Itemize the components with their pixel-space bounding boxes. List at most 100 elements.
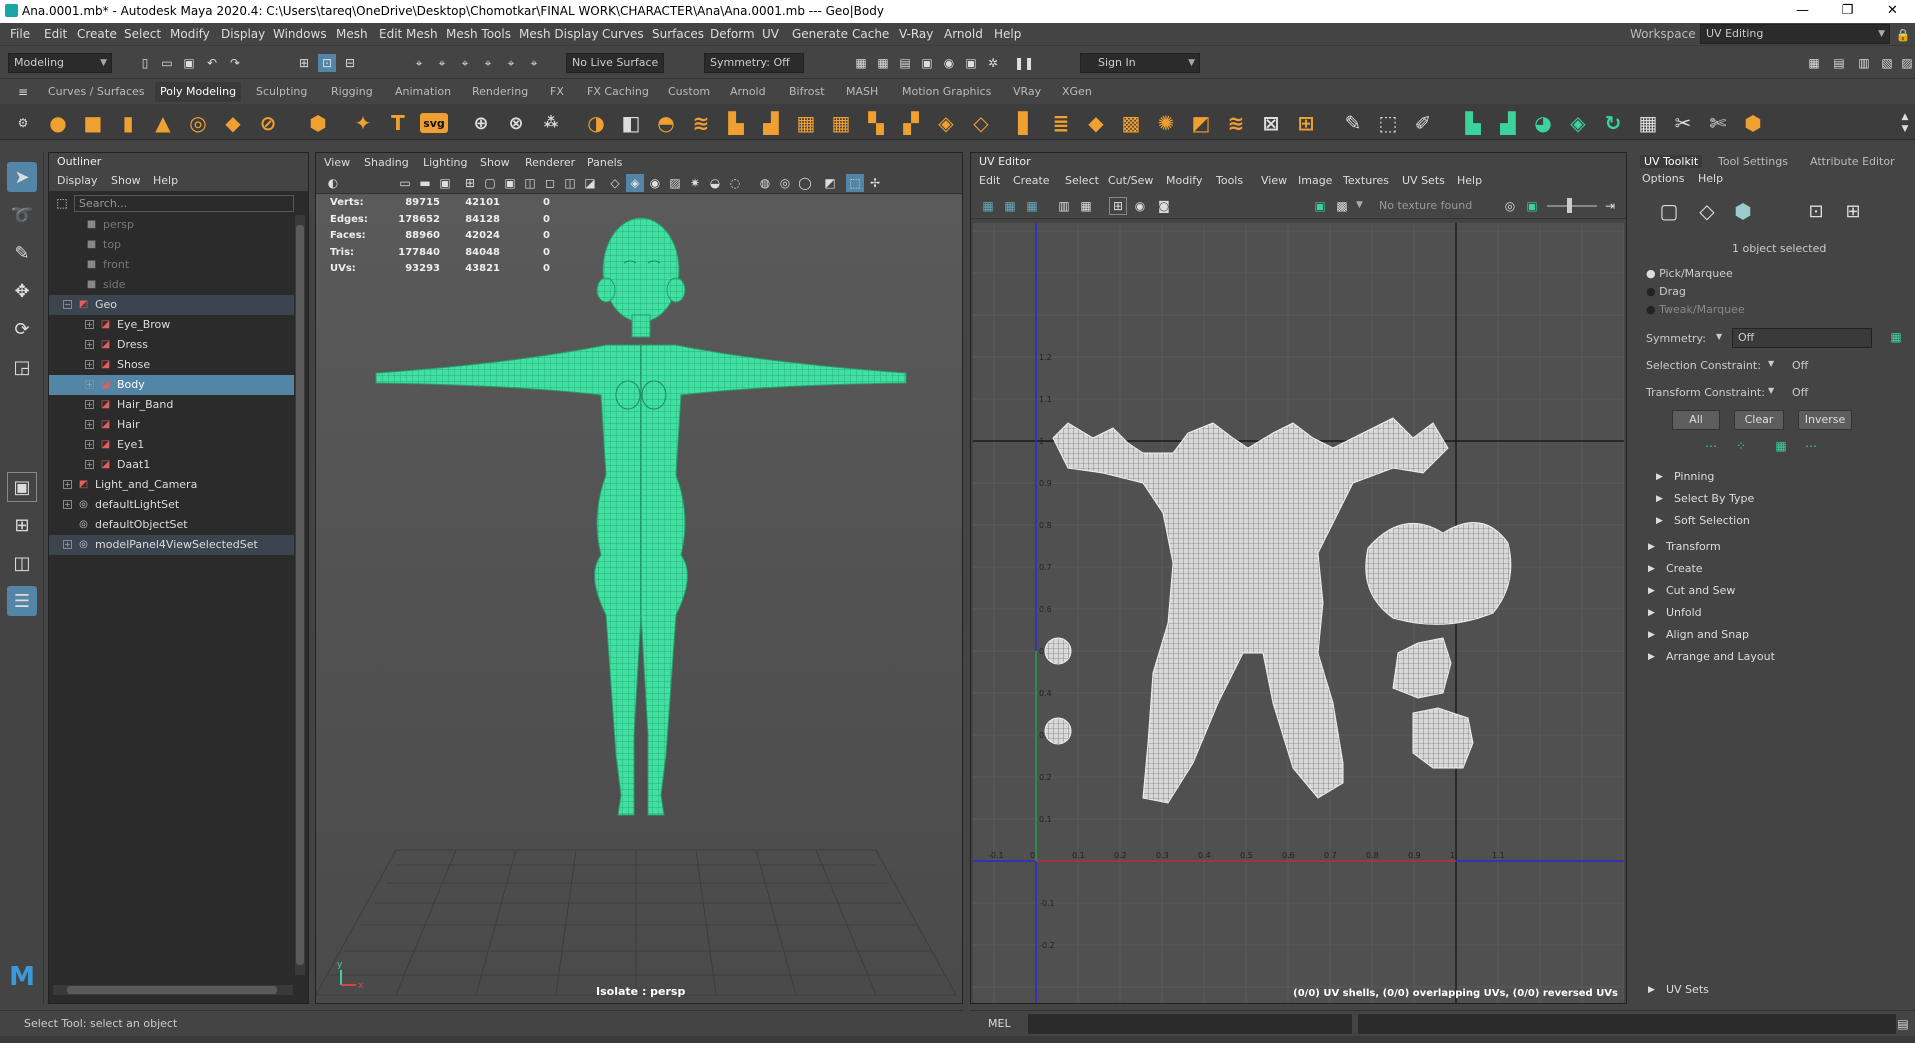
expand-icon[interactable]: + — [85, 320, 94, 329]
lights-icon[interactable]: ✷ — [686, 174, 704, 192]
outliner-menu-display[interactable]: Display — [57, 174, 98, 187]
uv-cut-icon[interactable]: ✂ — [1670, 110, 1696, 136]
mel-label[interactable]: MEL — [988, 1017, 1011, 1030]
outliner-search-input[interactable]: Search... — [74, 195, 294, 212]
tab-fx-caching[interactable]: FX Caching — [587, 85, 649, 98]
expand-icon[interactable]: + — [85, 400, 94, 409]
fill-hole-icon[interactable]: ≋ — [688, 110, 714, 136]
expand-icon[interactable]: + — [63, 540, 72, 549]
menu-cache[interactable]: Cache — [852, 27, 889, 41]
menu-help[interactable]: Help — [994, 27, 1021, 41]
uv-menu-create[interactable]: Create — [1013, 174, 1050, 187]
chevron-down-icon[interactable]: ▼ — [1768, 359, 1774, 368]
outliner-row[interactable]: ■ side — [49, 275, 294, 295]
chevron-down-icon[interactable]: ▼ — [1768, 386, 1774, 395]
expand-icon[interactable]: + — [85, 340, 94, 349]
side-by-side-icon[interactable]: ◫ — [7, 548, 37, 578]
move-tool-icon[interactable]: ✥ — [7, 276, 37, 306]
save-scene-icon[interactable]: ▣ — [180, 54, 198, 72]
expand-icon[interactable]: + — [85, 360, 94, 369]
poly-disc-icon[interactable]: ⊘ — [255, 110, 281, 136]
reduce-icon[interactable]: ✺ — [1153, 110, 1179, 136]
outliner-row[interactable]: ■ persp — [49, 215, 294, 235]
circularize-icon[interactable]: ≣ — [1048, 110, 1074, 136]
uv-menu-image[interactable]: Image — [1298, 174, 1332, 187]
lasso-tool-icon[interactable]: ➰ — [7, 200, 37, 230]
resolution-gate-icon[interactable]: ▣ — [501, 174, 519, 192]
vp-menu-renderer[interactable]: Renderer — [525, 156, 575, 169]
lock-icon[interactable]: 🔒 — [1894, 26, 1912, 44]
outliner-row[interactable]: + ◪ Hair — [49, 415, 294, 435]
outliner-hscroll-thumb[interactable] — [67, 986, 277, 994]
uv-menu-tools[interactable]: Tools — [1216, 174, 1243, 187]
tab-custom[interactable]: Custom — [668, 85, 710, 98]
mode-dropdown[interactable]: Modeling ▼ — [8, 53, 112, 73]
expand-icon[interactable]: + — [63, 500, 72, 509]
bevel-icon[interactable]: ◓ — [653, 110, 679, 136]
tool-settings-icon[interactable]: ▥ — [1855, 54, 1873, 72]
tab-bifrost[interactable]: Bifrost — [789, 85, 825, 98]
wireframe-on-shaded-icon[interactable]: ◉ — [646, 174, 664, 192]
paint-select-tool-icon[interactable]: ✎ — [7, 238, 37, 268]
separate-icon[interactable]: ⊗ — [503, 110, 529, 136]
connect-icon[interactable]: ◇ — [968, 110, 994, 136]
outliner-row[interactable]: + ◪ Hair_Band — [49, 395, 294, 415]
wedge-icon[interactable]: ▩ — [1118, 110, 1144, 136]
poly-torus-icon[interactable]: ◎ — [185, 110, 211, 136]
uv-dim-slider-handle[interactable] — [1567, 198, 1572, 213]
xray-icon[interactable]: ◍ — [756, 174, 774, 192]
uv-cylindrical-icon[interactable]: ▟ — [1495, 110, 1521, 136]
combine-icon[interactable]: ⊕ — [468, 110, 494, 136]
light-editor-icon[interactable]: ✲ — [984, 54, 1002, 72]
uv-menu-uv-sets[interactable]: UV Sets — [1402, 174, 1445, 187]
multi-cut-icon[interactable]: ▟ — [758, 110, 784, 136]
symmetry-dropdown-uv[interactable]: Off — [1732, 328, 1872, 348]
outliner-row[interactable]: + ◩ Light_and_Camera — [49, 475, 294, 495]
chevron-down-icon[interactable]: ▼ — [1356, 200, 1363, 210]
uv-layout-icon[interactable]: ⬢ — [1740, 110, 1766, 136]
collapse-icon[interactable]: − — [63, 300, 72, 309]
uv-select-vertex-icon[interactable]: ▦ — [979, 197, 997, 215]
menu-arnold[interactable]: Arnold — [944, 27, 983, 41]
append-polygon-icon[interactable]: ▙ — [723, 110, 749, 136]
vp-menu-view[interactable]: View — [324, 156, 350, 169]
smooth-icon[interactable]: ⁂ — [538, 110, 564, 136]
offset-edge-loop-icon[interactable]: ▦ — [828, 110, 854, 136]
live-surface-dropdown[interactable]: No Live Surface — [566, 53, 664, 73]
menu-mesh-display[interactable]: Mesh Display — [519, 27, 599, 41]
expand-icon[interactable]: + — [85, 380, 94, 389]
outliner-menu-show[interactable]: Show — [111, 174, 141, 187]
ipr-render-icon[interactable]: ▤ — [896, 54, 914, 72]
toolkit-menu-options[interactable]: Options — [1642, 172, 1684, 185]
outliner-layout-icon[interactable]: ☰ — [7, 586, 37, 616]
collapse-icon[interactable]: ◈ — [933, 110, 959, 136]
wireframe-icon[interactable]: ◇ — [606, 174, 624, 192]
toolkit-menu-help[interactable]: Help — [1698, 172, 1723, 185]
menu-uv[interactable]: UV — [762, 27, 779, 41]
field-chart-icon[interactable]: ◻ — [541, 174, 559, 192]
four-view-icon[interactable]: ⊞ — [7, 510, 37, 540]
uv-frame-icon[interactable]: ⊡ — [1807, 201, 1825, 222]
outliner-scrollbar[interactable] — [295, 215, 305, 975]
outliner-scroll-thumb[interactable] — [296, 225, 304, 965]
vp-menu-lighting[interactable]: Lighting — [423, 156, 467, 169]
chevron-down-icon[interactable]: ▼ — [1716, 332, 1722, 341]
uv-exposure-icon[interactable]: ◎ — [1501, 197, 1519, 215]
single-view-icon[interactable]: ▣ — [7, 472, 37, 502]
section-soft-selection[interactable]: ▶ Soft Selection — [1654, 511, 1915, 531]
viewport-canvas[interactable]: y x — [315, 195, 962, 1003]
snap-point-icon[interactable]: ⌖ — [456, 54, 474, 72]
shadows-icon[interactable]: ◒ — [706, 174, 724, 192]
uv-unfold-icon[interactable]: ↻ — [1600, 110, 1626, 136]
target-weld-icon[interactable]: ▚ — [863, 110, 889, 136]
poly-cone-icon[interactable]: ▲ — [150, 110, 176, 136]
isolate-select-icon[interactable]: ◩ — [821, 174, 839, 192]
tab-motion-graphics[interactable]: Motion Graphics — [902, 85, 991, 98]
backface-culling-icon[interactable]: ◯ — [796, 174, 814, 192]
extrude-icon[interactable]: ◑ — [583, 110, 609, 136]
triangulate-icon[interactable]: ⊠ — [1258, 110, 1284, 136]
uv-menu-modify[interactable]: Modify — [1166, 174, 1202, 187]
drag-option[interactable]: ● Drag — [1646, 285, 1686, 298]
select-hierarchy-icon[interactable]: ⊞ — [295, 54, 313, 72]
uv-menu-select[interactable]: Select — [1065, 174, 1099, 187]
